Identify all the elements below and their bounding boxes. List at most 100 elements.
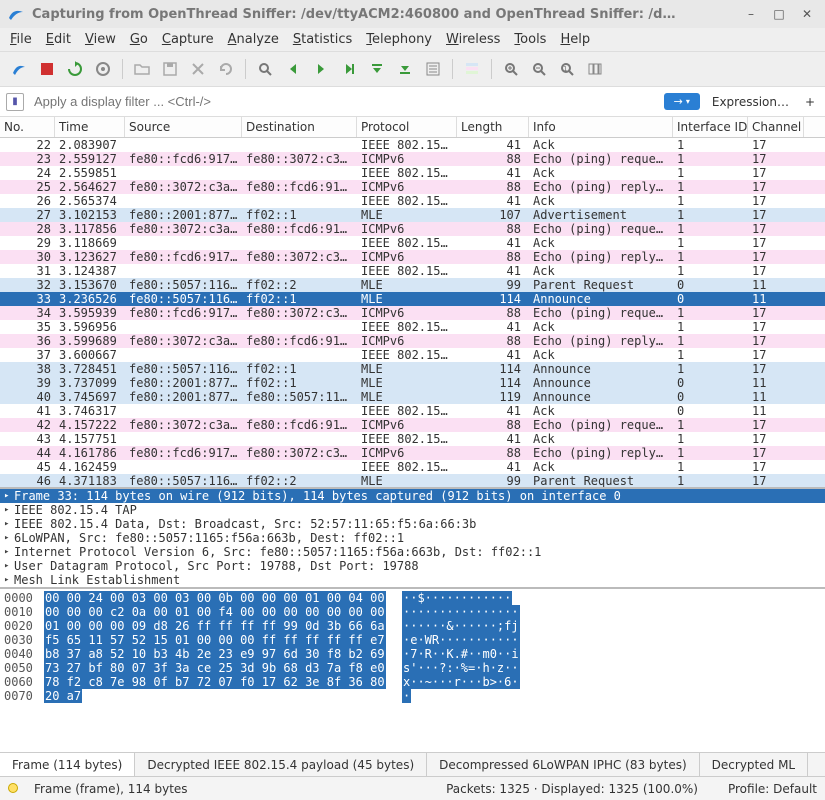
detail-row[interactable]: ▸IEEE 802.15.4 Data, Dst: Broadcast, Src…	[0, 517, 825, 531]
zoom-in-button[interactable]	[498, 56, 524, 82]
hex-tab[interactable]: Frame (114 bytes)	[0, 753, 135, 776]
packet-row[interactable]: 262.565374IEEE 802.15.441Ack117	[0, 194, 825, 208]
detail-row[interactable]: ▸Internet Protocol Version 6, Src: fe80:…	[0, 545, 825, 559]
colorize-button[interactable]	[459, 56, 485, 82]
column-header[interactable]: Interface ID	[673, 117, 748, 137]
detail-row[interactable]: ▸User Datagram Protocol, Src Port: 19788…	[0, 559, 825, 573]
add-filter-button[interactable]: +	[801, 95, 819, 109]
column-header[interactable]: Channel	[748, 117, 804, 137]
menu-file[interactable]: File	[10, 32, 32, 47]
packet-row[interactable]: 293.118669IEEE 802.15.441Ack117	[0, 236, 825, 250]
column-header[interactable]: Time	[55, 117, 125, 137]
menu-tools[interactable]: Tools	[514, 32, 546, 47]
hex-row[interactable]: 0030f5 65 11 57 52 15 01 00 00 00 ff ff …	[4, 633, 821, 647]
zoom-reset-button[interactable]: 1	[554, 56, 580, 82]
packet-row[interactable]: 313.124387IEEE 802.15.441Ack117	[0, 264, 825, 278]
hex-row[interactable]: 000000 00 24 00 03 00 03 00 0b 00 00 00 …	[4, 591, 821, 605]
hex-tab[interactable]: Decrypted ML	[700, 753, 808, 776]
packet-row[interactable]: 464.371183fe80::5057:116…ff02::2MLE99Par…	[0, 474, 825, 487]
reload-button[interactable]	[213, 56, 239, 82]
menu-go[interactable]: Go	[130, 32, 148, 47]
packet-row[interactable]: 434.157751IEEE 802.15.441Ack117	[0, 432, 825, 446]
resize-columns-button[interactable]	[582, 56, 608, 82]
detail-row[interactable]: ▸IEEE 802.15.4 TAP	[0, 503, 825, 517]
go-forward-button[interactable]	[308, 56, 334, 82]
packet-row[interactable]: 454.162459IEEE 802.15.441Ack117	[0, 460, 825, 474]
column-header[interactable]: Info	[529, 117, 673, 137]
packet-row[interactable]: 393.737099fe80::2001:877…ff02::1MLE114An…	[0, 376, 825, 390]
hex-tabs: Frame (114 bytes)Decrypted IEEE 802.15.4…	[0, 752, 825, 776]
restart-capture-button[interactable]	[62, 56, 88, 82]
detail-row[interactable]: ▸Mesh Link Establishment	[0, 573, 825, 587]
expression-button[interactable]: Expression…	[706, 95, 795, 109]
filter-apply-button[interactable]: → ▾	[664, 93, 700, 110]
hex-row[interactable]: 002001 00 00 00 09 d8 26 ff ff ff ff 99 …	[4, 619, 821, 633]
hex-tab[interactable]: Decrypted IEEE 802.15.4 payload (45 byte…	[135, 753, 427, 776]
menu-help[interactable]: Help	[560, 32, 590, 47]
hex-row[interactable]: 0040b8 37 a8 52 10 b3 4b 2e 23 e9 97 6d …	[4, 647, 821, 661]
packet-row[interactable]: 242.559851IEEE 802.15.441Ack117	[0, 166, 825, 180]
close-button[interactable]: ✕	[801, 8, 813, 20]
go-first-button[interactable]	[364, 56, 390, 82]
menu-edit[interactable]: Edit	[46, 32, 71, 47]
expert-info-icon[interactable]	[8, 782, 24, 796]
column-header[interactable]: Protocol	[357, 117, 457, 137]
menu-analyze[interactable]: Analyze	[228, 32, 279, 47]
find-button[interactable]	[252, 56, 278, 82]
open-file-button[interactable]	[129, 56, 155, 82]
hex-tab[interactable]: Decompressed 6LoWPAN IPHC (83 bytes)	[427, 753, 700, 776]
menu-wireless[interactable]: Wireless	[446, 32, 500, 47]
jump-to-button[interactable]	[336, 56, 362, 82]
detail-row[interactable]: ▸Frame 33: 114 bytes on wire (912 bits),…	[0, 489, 825, 503]
packet-row[interactable]: 252.564627fe80::3072:c3a…fe80::fcd6:91…I…	[0, 180, 825, 194]
bookmark-icon[interactable]: ▮	[6, 93, 24, 111]
column-header[interactable]: Length	[457, 117, 529, 137]
close-file-button[interactable]	[185, 56, 211, 82]
hex-row[interactable]: 005073 27 bf 80 07 3f 3a ce 25 3d 9b 68 …	[4, 661, 821, 675]
menu-view[interactable]: View	[85, 32, 116, 47]
packet-row[interactable]: 363.599689fe80::3072:c3a…fe80::fcd6:91…I…	[0, 334, 825, 348]
packet-row[interactable]: 383.728451fe80::5057:116…ff02::1MLE114An…	[0, 362, 825, 376]
go-last-button[interactable]	[392, 56, 418, 82]
autoscroll-button[interactable]	[420, 56, 446, 82]
save-file-button[interactable]	[157, 56, 183, 82]
hex-row[interactable]: 007020 a7·	[4, 689, 821, 703]
detail-row[interactable]: ▸6LoWPAN, Src: fe80::5057:1165:f56a:663b…	[0, 531, 825, 545]
capture-options-button[interactable]	[90, 56, 116, 82]
start-capture-button[interactable]	[6, 56, 32, 82]
packet-row[interactable]: 403.745697fe80::2001:877…fe80::5057:11…M…	[0, 390, 825, 404]
hex-row[interactable]: 006078 f2 c8 7e 98 0f b7 72 07 f0 17 62 …	[4, 675, 821, 689]
column-header[interactable]: Source	[125, 117, 242, 137]
packet-row[interactable]: 232.559127fe80::fcd6:917…fe80::3072:c3…I…	[0, 152, 825, 166]
stop-capture-button[interactable]	[34, 56, 60, 82]
packet-row[interactable]: 333.236526fe80::5057:116…ff02::1MLE114An…	[0, 292, 825, 306]
app-icon	[8, 6, 24, 22]
maximize-button[interactable]: □	[773, 8, 785, 20]
packet-row[interactable]: 222.083907IEEE 802.15.441Ack117	[0, 138, 825, 152]
zoom-out-button[interactable]	[526, 56, 552, 82]
column-header[interactable]: No.	[0, 117, 55, 137]
packet-details-pane[interactable]: ▸Frame 33: 114 bytes on wire (912 bits),…	[0, 489, 825, 589]
minimize-button[interactable]: –	[745, 8, 757, 20]
packet-row[interactable]: 373.600667IEEE 802.15.441Ack117	[0, 348, 825, 362]
packet-row[interactable]: 413.746317IEEE 802.15.441Ack011	[0, 404, 825, 418]
packet-row[interactable]: 343.595939fe80::fcd6:917…fe80::3072:c3…I…	[0, 306, 825, 320]
column-header[interactable]: Destination	[242, 117, 357, 137]
hex-dump[interactable]: 000000 00 24 00 03 00 03 00 0b 00 00 00 …	[0, 589, 825, 752]
packet-row[interactable]: 323.153670fe80::5057:116…ff02::2MLE99Par…	[0, 278, 825, 292]
packet-row[interactable]: 273.102153fe80::2001:877…ff02::1MLE107Ad…	[0, 208, 825, 222]
status-profile[interactable]: Profile: Default	[728, 782, 817, 796]
menu-capture[interactable]: Capture	[162, 32, 214, 47]
packet-row[interactable]: 353.596956IEEE 802.15.441Ack117	[0, 320, 825, 334]
separator	[245, 59, 246, 79]
menu-statistics[interactable]: Statistics	[293, 32, 352, 47]
packet-row[interactable]: 303.123627fe80::fcd6:917…fe80::3072:c3…I…	[0, 250, 825, 264]
packet-row[interactable]: 283.117856fe80::3072:c3a…fe80::fcd6:91…I…	[0, 222, 825, 236]
menu-telephony[interactable]: Telephony	[366, 32, 432, 47]
hex-row[interactable]: 001000 00 00 c2 0a 00 01 00 f4 00 00 00 …	[4, 605, 821, 619]
display-filter-input[interactable]	[30, 91, 658, 112]
packet-row[interactable]: 444.161786fe80::fcd6:917…fe80::3072:c3…I…	[0, 446, 825, 460]
go-back-button[interactable]	[280, 56, 306, 82]
packet-row[interactable]: 424.157222fe80::3072:c3a…fe80::fcd6:91…I…	[0, 418, 825, 432]
packet-list-body[interactable]: 222.083907IEEE 802.15.441Ack117232.55912…	[0, 138, 825, 487]
